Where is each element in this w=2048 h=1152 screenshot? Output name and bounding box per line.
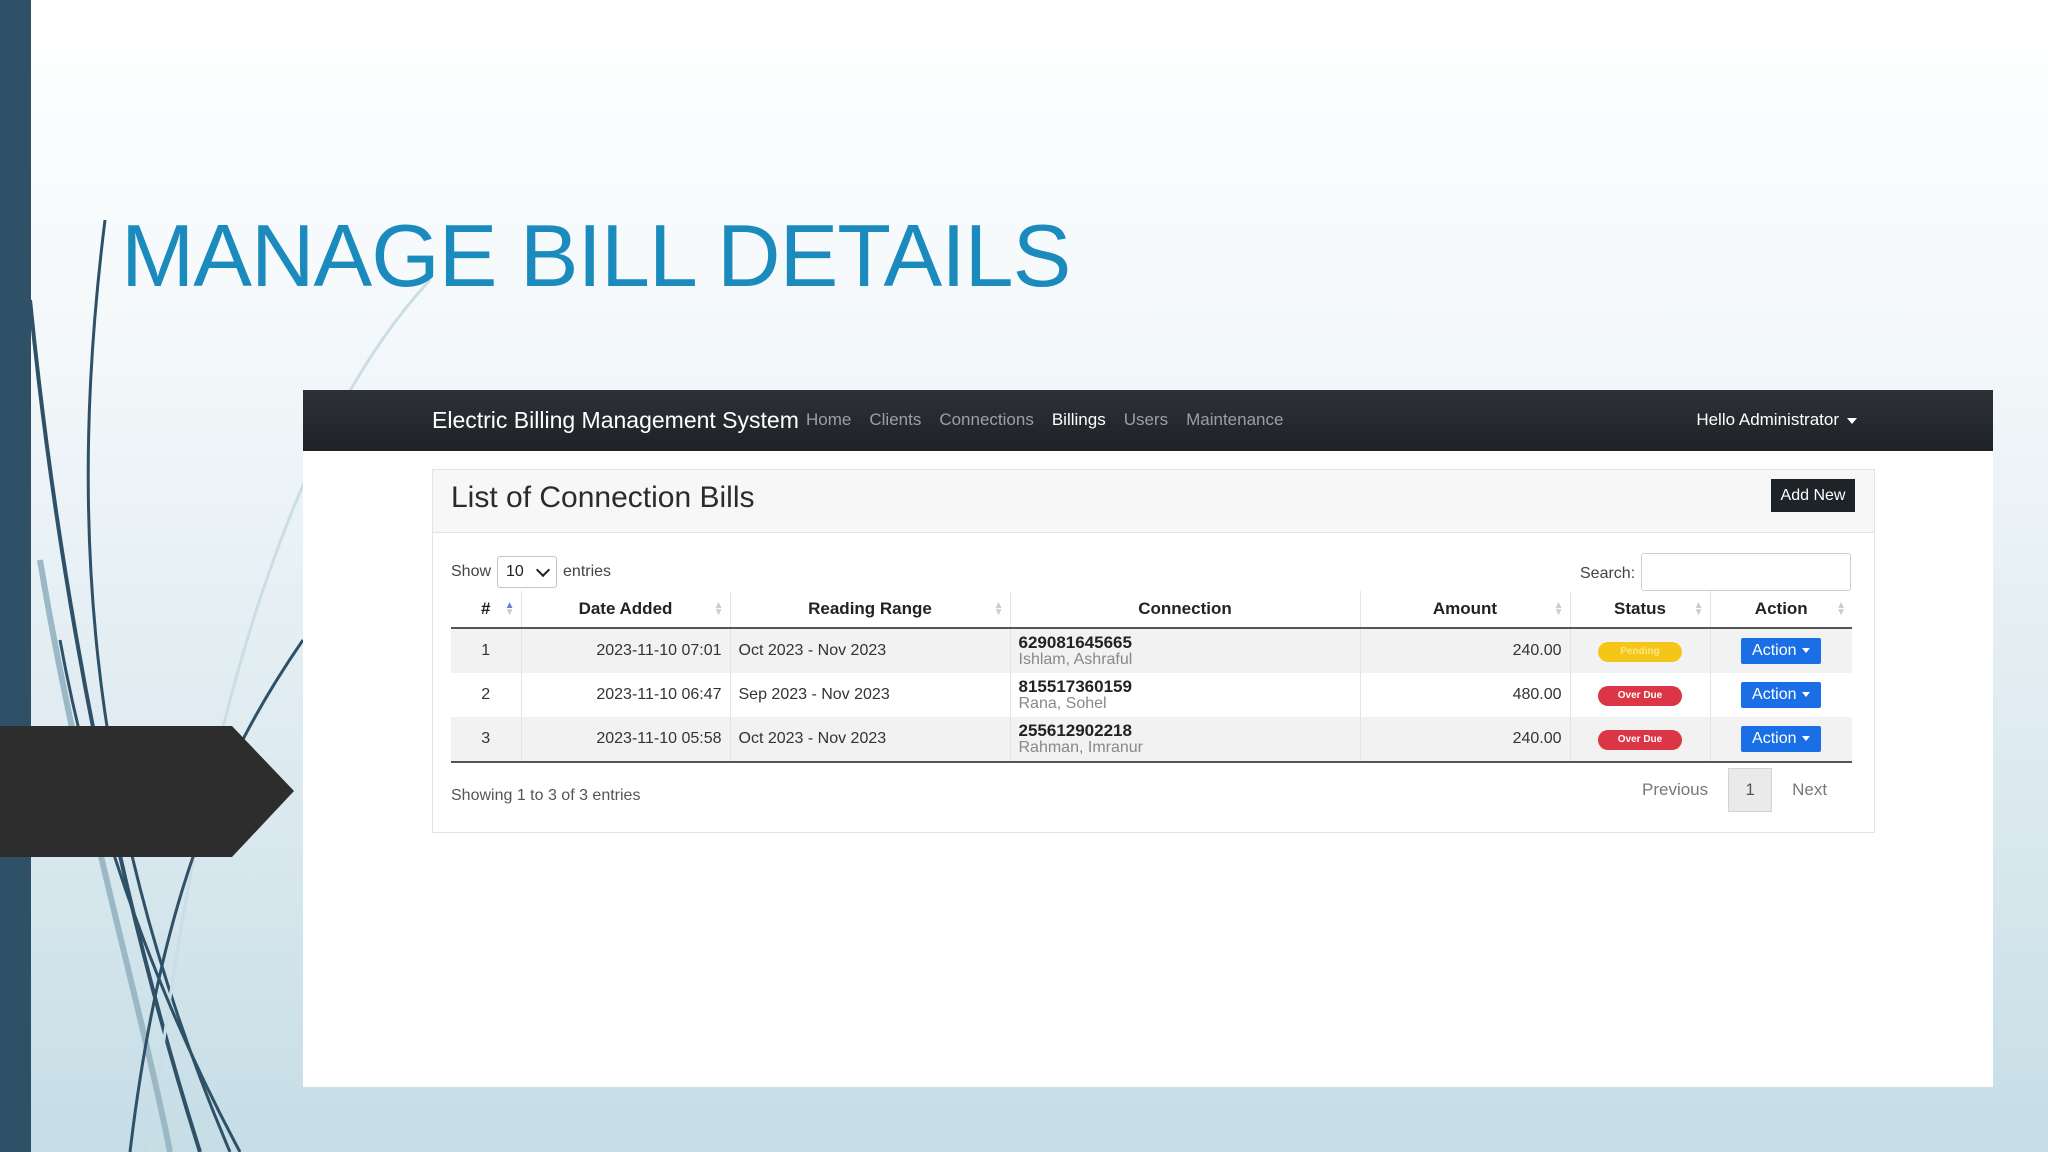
table-row: 1 2023-11-10 07:01 Oct 2023 - Nov 2023 6…: [451, 628, 1852, 673]
action-dropdown-button[interactable]: Action: [1741, 726, 1822, 752]
caret-down-icon: [1802, 692, 1811, 698]
table-header-row: # ▲ ▼ Date Added ▲ ▼ Reading Range ▲ ▼ Connect…: [451, 591, 1852, 629]
row-connection: 815517360159 Rana, Sohel: [1010, 673, 1361, 717]
add-new-button[interactable]: Add New: [1771, 479, 1855, 512]
row-action: Action: [1710, 628, 1852, 673]
app-screenshot: Electric Billing Management System Home …: [303, 390, 1993, 1087]
connection-client-name: Rahman, Imranur: [1018, 739, 1144, 756]
connection-code: 629081645665: [1018, 633, 1132, 652]
row-reading-range: Sep 2023 - Nov 2023: [730, 673, 1011, 717]
card-title: List of Connection Bills: [451, 481, 755, 514]
arrow-tab-shape: [0, 726, 294, 857]
table-row: 2 2023-11-10 06:47 Sep 2023 - Nov 2023 8…: [451, 673, 1852, 717]
col-header-connection[interactable]: Connection: [1010, 591, 1361, 629]
row-date-added: 2023-11-10 06:47: [521, 673, 731, 717]
connection-client-name: Ishlam, Ashraful: [1018, 651, 1133, 668]
caret-down-icon: [1802, 736, 1811, 742]
entries-label: entries: [563, 563, 612, 580]
status-badge-overdue: Over Due: [1598, 729, 1682, 750]
sort-icon: ▲ ▼: [993, 600, 1004, 618]
user-menu-dropdown[interactable]: Hello Administrator: [1696, 410, 1857, 430]
show-entries-control: Show 10 entries: [451, 556, 611, 588]
caret-down-icon: [1847, 417, 1857, 424]
bills-table: # ▲ ▼ Date Added ▲ ▼ Reading Range ▲ ▼ Connect…: [451, 591, 1852, 763]
sort-icon: ▲ ▼: [713, 600, 724, 618]
status-badge-pending: Pending: [1598, 641, 1682, 662]
nav-link-clients[interactable]: Clients: [869, 410, 921, 430]
row-reading-range: Oct 2023 - Nov 2023: [730, 717, 1011, 763]
row-reading-range: Oct 2023 - Nov 2023: [730, 628, 1011, 673]
user-menu-label: Hello Administrator: [1696, 410, 1839, 429]
row-amount: 240.00: [1360, 628, 1571, 673]
row-status: Over Due: [1570, 673, 1711, 717]
nav-links: Home Clients Connections Billings Users …: [806, 410, 1283, 430]
col-header-reading-range[interactable]: Reading Range ▲ ▼: [730, 591, 1011, 629]
nav-link-users[interactable]: Users: [1124, 410, 1168, 430]
action-dropdown-button[interactable]: Action: [1741, 638, 1822, 664]
row-status: Over Due: [1570, 717, 1711, 763]
action-dropdown-button[interactable]: Action: [1741, 682, 1822, 708]
chevron-down-icon: [535, 562, 551, 578]
nav-link-billings[interactable]: Billings: [1052, 410, 1106, 430]
row-amount: 240.00: [1360, 717, 1571, 763]
row-number: 3: [451, 717, 522, 763]
row-connection: 255612902218 Rahman, Imranur: [1010, 717, 1361, 763]
row-status: Pending: [1570, 628, 1711, 673]
col-header-action: Action ▲ ▼: [1710, 591, 1852, 629]
sort-icon: ▲ ▼: [504, 600, 515, 618]
bills-card: List of Connection Bills Add New Show 10…: [432, 469, 1875, 833]
connection-code: 815517360159: [1018, 677, 1132, 696]
caret-down-icon: [1802, 648, 1811, 654]
col-header-number[interactable]: # ▲ ▼: [451, 591, 522, 629]
nav-link-connections[interactable]: Connections: [939, 410, 1034, 430]
pagination-page-1[interactable]: 1: [1728, 768, 1773, 812]
row-date-added: 2023-11-10 07:01: [521, 628, 731, 673]
show-label: Show: [451, 563, 492, 580]
sort-icon: ▲ ▼: [1553, 600, 1564, 618]
table-info: Showing 1 to 3 of 3 entries: [451, 787, 641, 804]
entries-select[interactable]: 10: [497, 556, 558, 588]
row-amount: 480.00: [1360, 673, 1571, 717]
navbar-brand[interactable]: Electric Billing Management System: [432, 407, 799, 434]
entries-value: 10: [506, 563, 524, 580]
search-label: Search:: [1580, 565, 1636, 582]
pagination-previous[interactable]: Previous: [1642, 780, 1708, 800]
nav-link-home[interactable]: Home: [806, 410, 851, 430]
connection-code: 255612902218: [1018, 721, 1132, 740]
col-header-amount[interactable]: Amount ▲ ▼: [1360, 591, 1571, 629]
pagination: Previous 1 Next: [1642, 768, 1827, 812]
status-badge-overdue: Over Due: [1598, 685, 1682, 706]
sort-icon: ▲ ▼: [1693, 600, 1704, 618]
col-header-date-added[interactable]: Date Added ▲ ▼: [521, 591, 731, 629]
row-number: 2: [451, 673, 522, 717]
sort-icon: ▲ ▼: [1836, 600, 1846, 618]
col-header-status[interactable]: Status ▲ ▼: [1570, 591, 1711, 629]
search-input[interactable]: [1641, 553, 1851, 591]
nav-link-maintenance[interactable]: Maintenance: [1186, 410, 1283, 430]
table-row: 3 2023-11-10 05:58 Oct 2023 - Nov 2023 2…: [451, 717, 1852, 763]
row-action: Action: [1710, 717, 1852, 763]
navbar: Electric Billing Management System Home …: [303, 390, 1993, 451]
row-connection: 629081645665 Ishlam, Ashraful: [1010, 628, 1361, 673]
slide-title: MANAGE BILL DETAILS: [121, 206, 1071, 305]
row-action: Action: [1710, 673, 1852, 717]
pagination-next[interactable]: Next: [1792, 780, 1827, 800]
connection-client-name: Rana, Sohel: [1018, 695, 1107, 712]
row-date-added: 2023-11-10 05:58: [521, 717, 731, 763]
row-number: 1: [451, 628, 522, 673]
card-header: List of Connection Bills Add New: [433, 470, 1874, 533]
